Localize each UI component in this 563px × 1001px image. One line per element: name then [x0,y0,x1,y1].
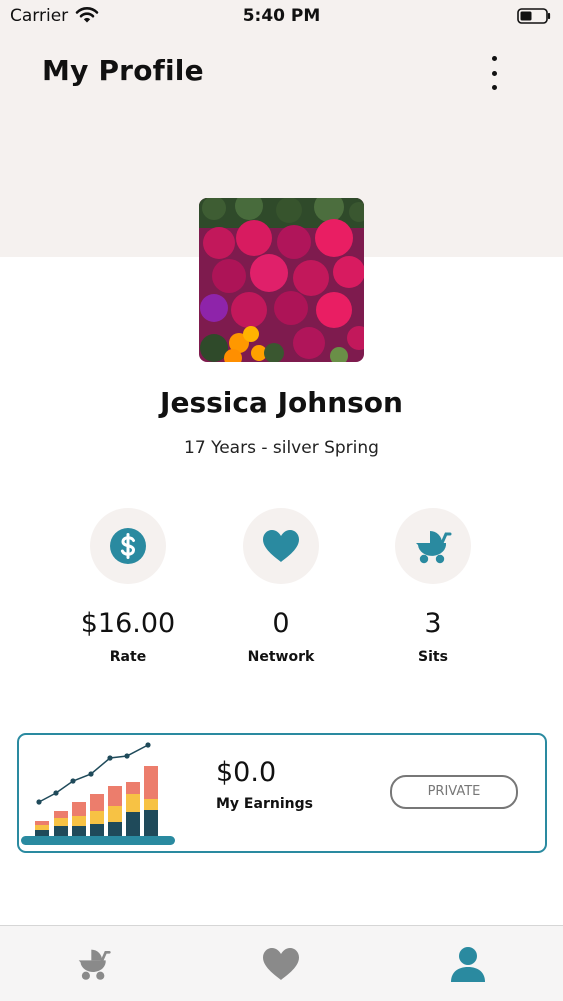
page-title: My Profile [42,54,204,87]
status-bar: Carrier 5:40 PM [0,0,563,32]
sits-value: 3 [424,608,442,639]
stat-network: 0 Network [206,508,356,665]
stroller-icon [395,508,471,584]
stat-rate: $16.00 Rate [53,508,203,665]
tab-bar [0,925,563,1001]
earnings-amount: $0.0 [216,757,277,788]
avatar[interactable] [199,198,364,362]
network-value: 0 [272,608,290,639]
more-options-icon[interactable] [482,56,506,90]
rate-value: $16.00 [80,608,176,639]
dollar-icon [90,508,166,584]
sits-label: Sits [418,649,448,665]
tab-sits-stroller-icon[interactable] [74,944,114,984]
tab-profile-icon[interactable] [448,944,488,984]
earnings-label: My Earnings [216,796,313,812]
network-label: Network [247,649,315,665]
earnings-card[interactable]: $0.0 My Earnings PRIVATE [17,733,547,853]
profile-name: Jessica Johnson [160,386,403,419]
rate-label: Rate [109,649,147,665]
private-button[interactable]: PRIVATE [390,775,518,809]
clock: 5:40 PM [242,6,321,26]
battery-icon [517,7,553,29]
profile-subtitle: 17 Years - silver Spring [184,438,379,458]
tab-network-heart-icon[interactable] [261,944,301,984]
heart-icon [243,508,319,584]
stat-sits: 3 Sits [358,508,508,665]
earnings-chart-illustration [21,742,175,845]
